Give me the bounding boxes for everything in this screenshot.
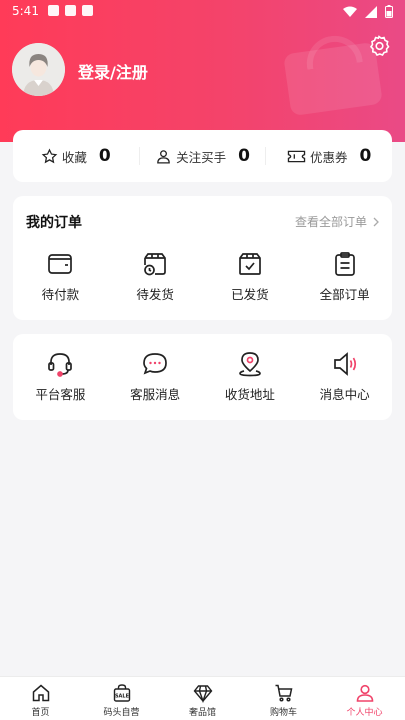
service-label: 消息中心: [319, 387, 370, 402]
order-status-label: 全部订单: [319, 287, 370, 302]
services-card: 平台客服 客服消息 收货地址 消息中心: [13, 334, 392, 420]
service-support-messages[interactable]: 客服消息: [108, 350, 203, 403]
signal-icon: [365, 5, 377, 18]
stat-label: 优惠券: [310, 149, 348, 165]
headset-icon: [48, 353, 73, 377]
person-icon: [157, 149, 170, 164]
box-check-icon: [239, 253, 261, 275]
tab-label: 购物车: [269, 708, 297, 718]
system-icons: [343, 5, 393, 18]
orders-title: 我的订单: [26, 215, 82, 231]
gallery-notification-icon: [48, 5, 59, 16]
service-label: 平台客服: [35, 387, 86, 402]
stat-value: 0: [359, 146, 372, 166]
home-icon: [32, 684, 49, 702]
stat-label: 收藏: [61, 149, 87, 165]
tab-self-operated[interactable]: SALE 码头自营: [81, 677, 162, 720]
stat-coupons[interactable]: 优惠券 0: [266, 130, 392, 182]
tab-home[interactable]: 首页: [0, 677, 81, 720]
stats-card: 收藏 0 关注买手 0 优惠券 0: [13, 130, 392, 182]
svg-text:SALE: SALE: [114, 694, 129, 700]
service-platform-support[interactable]: 平台客服: [13, 350, 108, 403]
wallet-icon: [48, 254, 73, 274]
gear-icon[interactable]: [367, 34, 391, 58]
services-grid: 平台客服 客服消息 收货地址 消息中心: [13, 350, 392, 403]
battery-icon: [385, 5, 393, 18]
service-message-center[interactable]: 消息中心: [297, 350, 392, 403]
order-all[interactable]: 全部订单: [297, 250, 392, 303]
tab-cart[interactable]: 购物车: [243, 677, 324, 720]
notification-icons: [48, 5, 93, 16]
star-icon: [41, 148, 58, 163]
view-all-orders-link[interactable]: 查看全部订单: [295, 213, 379, 230]
wifi-icon: [343, 6, 357, 17]
service-label: 客服消息: [130, 387, 181, 402]
app-notification-icon: [65, 5, 76, 16]
status-time: 5:41: [12, 4, 39, 18]
order-pending-payment[interactable]: 待付款: [13, 250, 108, 303]
speaker-icon: [333, 352, 356, 376]
tab-label: 首页: [31, 708, 50, 718]
service-shipping-address[interactable]: 收货地址: [203, 350, 298, 403]
box-clock-icon: [144, 253, 166, 276]
profile-header: 5:41 登录/注册: [0, 0, 405, 142]
order-status-grid: 待付款 待发货 已发货 全部订单: [13, 250, 392, 303]
order-status-label: 待付款: [41, 287, 80, 302]
bottom-tab-bar: 首页 SALE 码头自营 奢品馆 购物车 个人中心: [0, 676, 405, 720]
stat-value: 0: [238, 146, 250, 166]
sale-bag-icon: SALE: [113, 684, 130, 702]
avatar[interactable]: [12, 43, 65, 96]
tab-label: 奢品馆: [188, 708, 216, 718]
tab-profile[interactable]: 个人中心: [324, 677, 405, 720]
coupon-icon: [287, 150, 306, 162]
chevron-right-icon: [373, 217, 379, 226]
order-shipped[interactable]: 已发货: [203, 250, 298, 303]
clipboard-list-icon: [334, 252, 355, 276]
tab-label: 码头自营: [103, 708, 140, 718]
stat-value: 0: [98, 146, 111, 166]
tab-label: 个人中心: [346, 708, 383, 718]
chat-bubble-icon: [143, 353, 167, 375]
order-status-label: 已发货: [231, 287, 269, 302]
profile-icon: [356, 684, 373, 702]
login-register-link[interactable]: 登录/注册: [78, 59, 148, 83]
orders-card: 我的订单 查看全部订单 待付款 待发货 已发货 全部订单: [13, 196, 392, 320]
location-pin-icon: [239, 352, 261, 377]
order-status-label: 待发货: [136, 287, 174, 302]
diamond-icon: [193, 685, 212, 703]
view-all-orders-label: 查看全部订单: [294, 215, 367, 229]
service-label: 收货地址: [224, 387, 275, 402]
stat-favorites[interactable]: 收藏 0: [13, 130, 139, 182]
stat-followed-buyers[interactable]: 关注买手 0: [140, 130, 266, 182]
tab-luxury[interactable]: 奢品馆: [162, 677, 243, 720]
cart-icon: [275, 684, 292, 702]
order-awaiting-shipment[interactable]: 待发货: [108, 250, 203, 303]
app-notification-icon-2: [82, 5, 93, 16]
stat-label: 关注买手: [176, 149, 227, 165]
status-bar: 5:41: [0, 0, 405, 24]
